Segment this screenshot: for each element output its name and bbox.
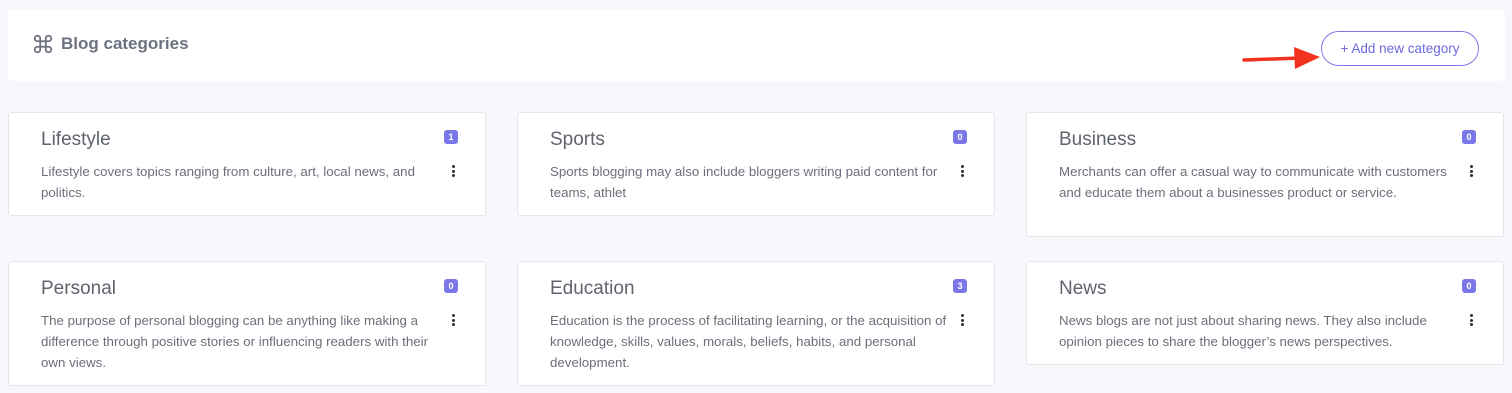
category-description: News blogs are not just about sharing ne…	[1059, 313, 1427, 349]
more-options-icon[interactable]	[452, 165, 456, 177]
post-count-badge: 0	[1462, 130, 1476, 144]
more-options-icon[interactable]	[961, 314, 965, 326]
page-title: Blog categories	[61, 34, 189, 53]
category-card-personal[interactable]: Personal 0 The purpose of personal blogg…	[8, 261, 486, 386]
category-card-news[interactable]: News 0 News blogs are not just about sha…	[1026, 261, 1504, 365]
annotation-arrow-icon	[1242, 47, 1320, 69]
post-count-badge: 0	[1462, 279, 1476, 293]
more-options-icon[interactable]	[1470, 314, 1474, 326]
page-header: Blog categories + Add new category	[8, 9, 1505, 81]
category-title: Business	[1059, 129, 1137, 150]
category-description: The purpose of personal blogging can be …	[41, 313, 429, 370]
command-icon	[33, 34, 53, 54]
category-description: Merchants can offer a casual way to comm…	[1059, 164, 1447, 200]
category-title: News	[1059, 278, 1107, 299]
category-title: Education	[550, 278, 635, 299]
category-description: Lifestyle covers topics ranging from cul…	[41, 164, 415, 200]
more-options-icon[interactable]	[452, 314, 456, 326]
category-title: Sports	[550, 129, 605, 150]
category-description: Sports blogging may also include blogger…	[550, 164, 938, 200]
category-card-business[interactable]: Business 0 Merchants can offer a casual …	[1026, 112, 1504, 237]
more-options-icon[interactable]	[961, 165, 965, 177]
post-count-badge: 0	[444, 279, 458, 293]
category-description: Education is the process of facilitating…	[550, 313, 947, 370]
post-count-badge: 0	[953, 130, 967, 144]
category-title: Lifestyle	[41, 129, 111, 150]
category-card-sports[interactable]: Sports 0 Sports blogging may also includ…	[517, 112, 995, 216]
category-card-education[interactable]: Education 3 Education is the process of …	[517, 261, 995, 386]
category-card-lifestyle[interactable]: Lifestyle 1 Lifestyle covers topics rang…	[8, 112, 486, 216]
add-category-button[interactable]: + Add new category	[1321, 31, 1479, 66]
post-count-badge: 1	[444, 130, 458, 144]
post-count-badge: 3	[953, 279, 967, 293]
more-options-icon[interactable]	[1470, 165, 1474, 177]
category-title: Personal	[41, 278, 116, 299]
